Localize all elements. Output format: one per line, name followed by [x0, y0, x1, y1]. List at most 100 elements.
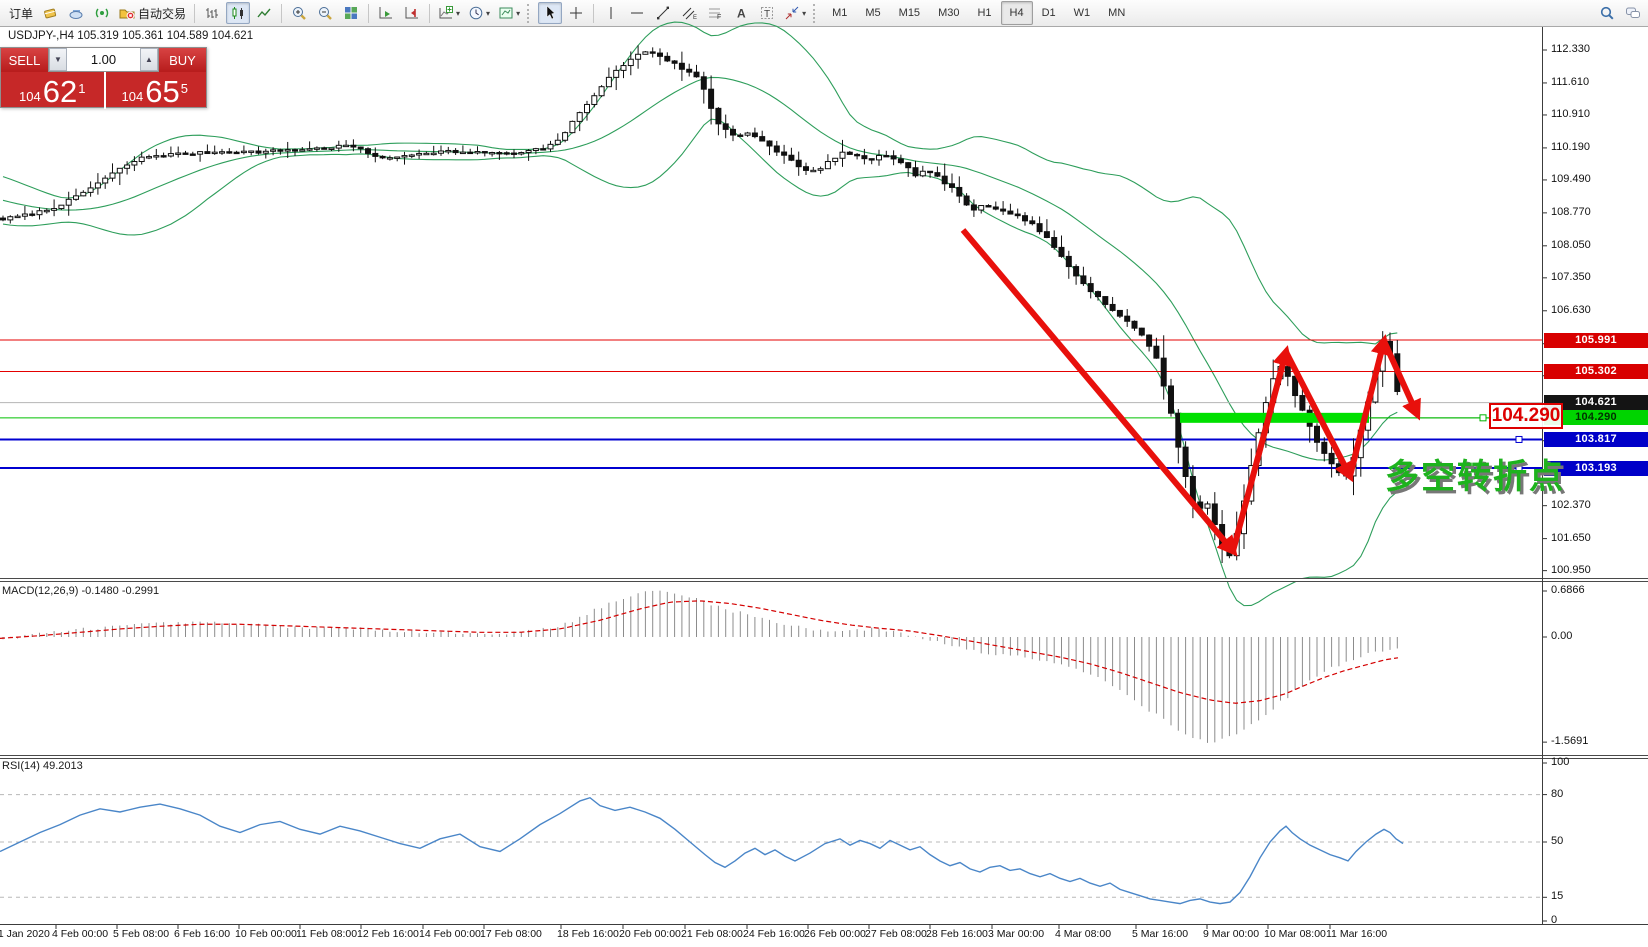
- candle: [103, 175, 108, 189]
- sell-price-pips: 62: [43, 77, 77, 107]
- candle: [1132, 320, 1137, 331]
- candle: [183, 151, 188, 155]
- candle: [1008, 204, 1013, 214]
- candle: [570, 121, 575, 134]
- buy-price[interactable]: 104 65 5: [104, 72, 207, 109]
- trend-arrow[interactable]: [1233, 352, 1286, 551]
- candle: [964, 193, 969, 206]
- candle: [95, 173, 100, 195]
- rsi-scale-tick: 80: [1551, 788, 1563, 800]
- candle: [1125, 309, 1130, 327]
- candle: [59, 205, 64, 210]
- candle: [1066, 251, 1071, 279]
- candle: [300, 147, 305, 151]
- candle: [409, 154, 414, 158]
- time-axis-label: 20 Feb 00:00: [619, 928, 681, 940]
- candle: [278, 149, 283, 155]
- macd-scale-tick: 0.6866: [1551, 584, 1585, 596]
- candle: [555, 133, 560, 145]
- candle: [869, 158, 874, 164]
- candle: [789, 148, 794, 161]
- candle: [752, 128, 757, 139]
- sell-button[interactable]: SELL: [1, 48, 48, 72]
- candle: [117, 168, 122, 185]
- chart-title: USDJPY-,H4 105.319 105.361 104.589 104.6…: [8, 30, 253, 42]
- volume-value[interactable]: 1.00: [67, 48, 140, 71]
- trend-arrow[interactable]: [963, 230, 1233, 551]
- price-scale-tick: 111.610: [1551, 76, 1589, 88]
- sell-price-figure: 104: [19, 87, 41, 107]
- candle: [687, 64, 692, 77]
- rsi-scale-tick: 0: [1551, 914, 1557, 926]
- candle: [782, 145, 787, 164]
- bollinger-bands: [3, 22, 1397, 606]
- price-scale-tick: 108.770: [1551, 206, 1591, 218]
- macd-indicator: [0, 591, 1398, 743]
- volume-up-button[interactable]: ▲: [140, 48, 158, 71]
- volume-down-button[interactable]: ▼: [49, 48, 67, 71]
- candle: [731, 126, 736, 142]
- candle: [431, 146, 436, 156]
- price-scale-tick: 108.050: [1551, 239, 1591, 251]
- time-axis-label: 11 Mar 16:00: [1326, 928, 1387, 940]
- price-callout-label[interactable]: 104.290: [1489, 403, 1563, 429]
- candle: [504, 151, 509, 155]
- candle: [1139, 328, 1144, 337]
- candle: [475, 146, 480, 154]
- candle: [935, 166, 940, 177]
- candle: [971, 199, 976, 217]
- candle: [891, 150, 896, 165]
- time-axis-label: 12 Feb 16:00: [357, 928, 419, 940]
- candle: [825, 154, 830, 169]
- candle: [439, 145, 444, 155]
- price-scale-tick: 107.350: [1551, 271, 1591, 283]
- price-badge-105.991: 105.991: [1544, 333, 1648, 348]
- time-axis-label: 10 Feb 00:00: [235, 928, 297, 940]
- candle: [1117, 310, 1122, 318]
- candle: [986, 204, 991, 207]
- price-scale-tick: 106.630: [1551, 304, 1591, 316]
- pane-separator-rsi[interactable]: [0, 755, 1648, 759]
- candle: [212, 146, 217, 155]
- candle: [490, 152, 495, 157]
- candle: [220, 149, 225, 155]
- candle: [1052, 230, 1057, 249]
- macd-scale-tick: 0.00: [1551, 630, 1572, 642]
- line-anchor-handle[interactable]: [1480, 415, 1486, 421]
- candle: [1074, 264, 1079, 285]
- price-scale-tick: 112.330: [1551, 43, 1590, 55]
- drawn-objects[interactable]: [963, 230, 1536, 551]
- candle: [913, 161, 918, 178]
- candle: [205, 144, 210, 153]
- candle: [679, 52, 684, 81]
- candle: [15, 214, 20, 217]
- candle: [1044, 219, 1049, 238]
- trend-arrow[interactable]: [1350, 341, 1384, 476]
- line-anchor-handle[interactable]: [1516, 436, 1522, 442]
- candle: [154, 149, 159, 160]
- candle: [548, 141, 553, 152]
- candle: [1096, 291, 1101, 301]
- candle: [468, 149, 473, 154]
- candle: [88, 181, 93, 196]
- axis-ticks: [0, 50, 1547, 929]
- candle: [519, 152, 524, 156]
- sell-price[interactable]: 104 62 1: [1, 72, 104, 109]
- pane-separator-macd[interactable]: [0, 578, 1648, 582]
- candle: [701, 72, 706, 104]
- candle: [460, 145, 465, 154]
- candle: [1307, 405, 1312, 442]
- buy-button[interactable]: BUY: [159, 48, 206, 72]
- candle: [387, 155, 392, 160]
- chart-annotation-text[interactable]: 多空转折点: [1385, 449, 1565, 498]
- time-axis-label: 6 Feb 16:00: [174, 928, 230, 940]
- highlighted-support-bar[interactable]: [1180, 413, 1369, 423]
- candle: [774, 141, 779, 156]
- candle: [1, 216, 6, 222]
- candle: [723, 115, 728, 139]
- candle: [767, 140, 772, 155]
- candle: [847, 151, 852, 155]
- price-scale-tick: 100.950: [1551, 564, 1591, 576]
- candle: [366, 147, 371, 158]
- candle: [1315, 423, 1320, 452]
